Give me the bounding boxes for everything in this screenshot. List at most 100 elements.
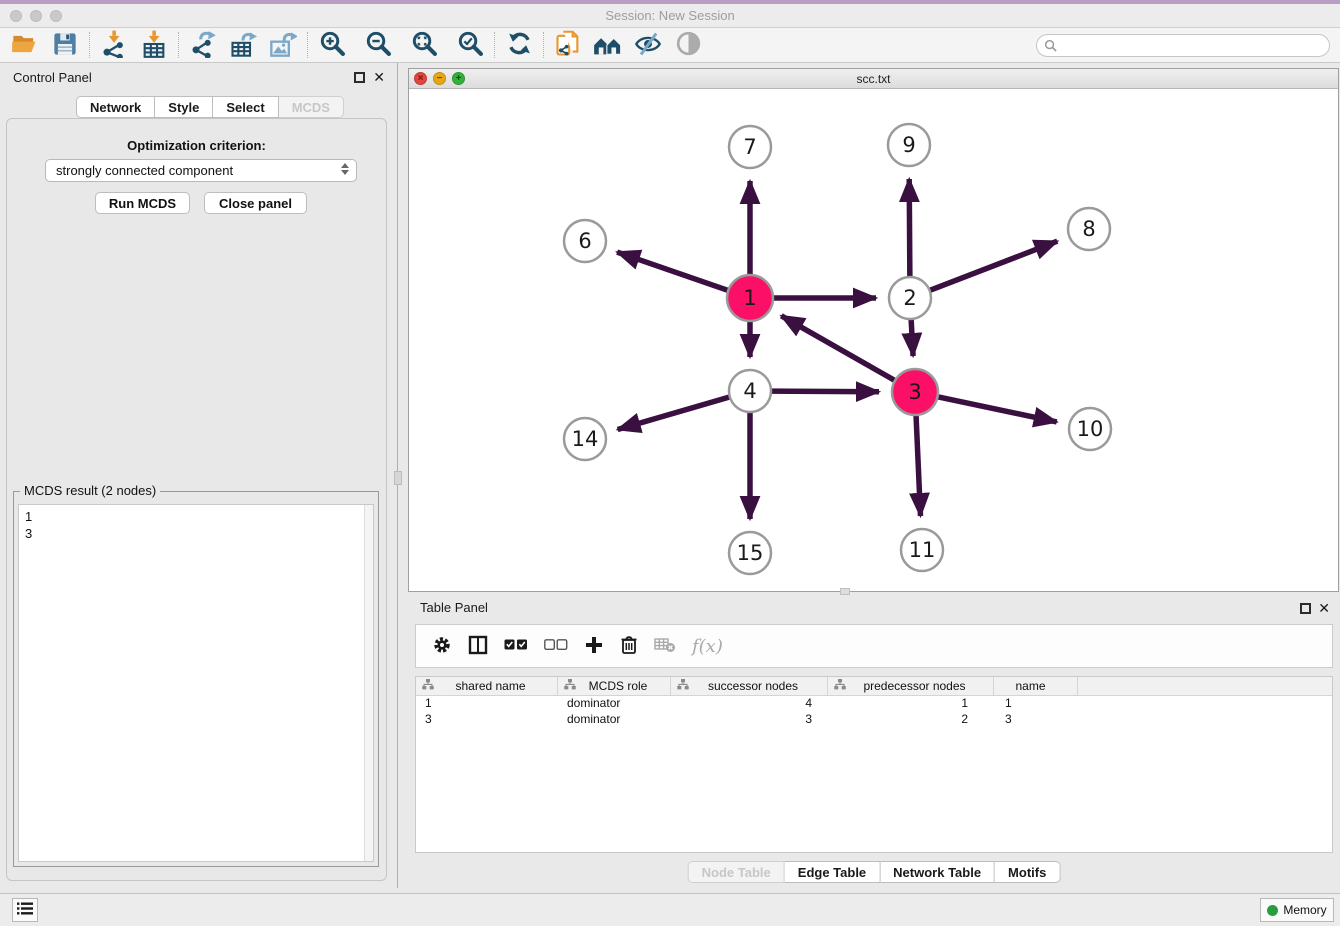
function-builder-button[interactable]: f(x) — [692, 631, 723, 661]
column-header-shared-name[interactable]: shared name — [416, 677, 558, 695]
tab-edge-table[interactable]: Edge Table — [785, 861, 880, 883]
graph-edge-3-1[interactable] — [781, 316, 896, 381]
cell-mcds-role[interactable]: dominator — [558, 696, 671, 712]
window-title: Session: New Session — [0, 8, 1340, 23]
mcds-result-text[interactable]: 1 3 — [18, 504, 374, 862]
graph-edge-4-14[interactable] — [618, 397, 731, 430]
delete-row-button[interactable] — [620, 631, 638, 661]
graph-edge-3-10[interactable] — [937, 397, 1057, 422]
close-panel-icon[interactable]: ✕ — [1318, 602, 1330, 614]
scrollbar[interactable] — [364, 505, 373, 861]
column-type-icon — [677, 679, 689, 693]
close-panel-button[interactable]: Close panel — [204, 192, 307, 214]
vertical-splitter[interactable] — [393, 63, 408, 888]
close-panel-icon[interactable]: ✕ — [373, 71, 385, 83]
network-graph-canvas[interactable]: 7968124314101511 — [409, 89, 1338, 591]
tab-network-table[interactable]: Network Table — [880, 861, 995, 883]
run-mcds-button[interactable]: Run MCDS — [95, 192, 190, 214]
cell-predecessor-nodes[interactable]: 2 — [828, 712, 994, 728]
graph-edge-4-3[interactable] — [770, 391, 879, 392]
show-all-button[interactable] — [671, 30, 705, 60]
control-panel-tabs: Network Style Select MCDS — [76, 96, 344, 118]
tab-mcds[interactable]: MCDS — [279, 96, 344, 118]
save-session-button[interactable] — [48, 30, 82, 60]
cell-predecessor-nodes[interactable]: 1 — [828, 696, 994, 712]
columns-icon — [468, 635, 488, 658]
cell-shared-name[interactable]: 1 — [416, 696, 558, 712]
cell-successor-nodes[interactable]: 3 — [671, 712, 828, 728]
tab-select[interactable]: Select — [213, 96, 278, 118]
splitter-grip[interactable] — [394, 471, 402, 485]
first-neighbors-button[interactable] — [591, 30, 625, 60]
select-all-button[interactable] — [504, 631, 528, 661]
zoom-in-button[interactable] — [315, 30, 349, 60]
tab-motifs[interactable]: Motifs — [995, 861, 1060, 883]
hide-selected-icon — [634, 31, 662, 60]
zoom-out-icon — [365, 30, 392, 60]
graph-edge-2-3[interactable] — [911, 318, 913, 356]
tab-node-table[interactable]: Node Table — [688, 861, 785, 883]
toolbar-separator — [307, 32, 308, 58]
column-header-mcds-role[interactable]: MCDS role — [558, 677, 671, 695]
optimization-criterion-select[interactable]: strongly connected component — [45, 159, 357, 182]
refresh-button[interactable] — [502, 30, 536, 60]
add-icon — [584, 635, 604, 658]
graph-edge-1-6[interactable] — [617, 252, 729, 291]
zoom-selected-button[interactable] — [453, 30, 487, 60]
deselect-all-icon — [544, 639, 568, 654]
zoom-fit-button[interactable] — [407, 30, 441, 60]
table-row[interactable]: 1 dominator 4 1 1 — [416, 696, 1332, 712]
hide-selected-button[interactable] — [631, 30, 665, 60]
cell-mcds-role[interactable]: dominator — [558, 712, 671, 728]
cell-name[interactable]: 1 — [994, 696, 1078, 712]
mcds-result-line: 3 — [25, 525, 367, 542]
add-row-button[interactable] — [584, 631, 604, 661]
deselect-all-button[interactable] — [544, 631, 568, 661]
tab-network[interactable]: Network — [76, 96, 155, 118]
import-table-button[interactable] — [137, 30, 171, 60]
float-panel-icon[interactable] — [354, 72, 365, 83]
horizontal-splitter-grip[interactable] — [840, 588, 850, 595]
columns-button[interactable] — [468, 631, 488, 661]
column-type-icon — [564, 679, 576, 693]
tab-style[interactable]: Style — [155, 96, 213, 118]
zoom-out-button[interactable] — [361, 30, 395, 60]
cell-name[interactable]: 3 — [994, 712, 1078, 728]
import-network-button[interactable] — [97, 30, 131, 60]
graph-node-label: 2 — [903, 286, 916, 310]
search-icon — [1044, 39, 1057, 57]
float-panel-icon[interactable] — [1300, 603, 1311, 614]
graph-node-label: 6 — [578, 229, 591, 253]
node-table[interactable]: shared name MCDS role successor nodes pr… — [415, 676, 1333, 853]
column-header-name[interactable]: name — [994, 677, 1078, 695]
task-history-button[interactable] — [12, 898, 38, 922]
table-panel-title: Table Panel — [420, 600, 488, 615]
table-row[interactable]: 3 dominator 3 2 3 — [416, 712, 1332, 728]
search-input[interactable] — [1036, 34, 1330, 57]
column-header-predecessor-nodes[interactable]: predecessor nodes — [828, 677, 994, 695]
export-image-icon — [269, 30, 297, 61]
memory-status-icon — [1267, 905, 1278, 916]
export-network-button[interactable] — [186, 30, 220, 60]
zoom-selected-icon — [457, 30, 484, 60]
gear-icon — [432, 635, 452, 658]
save-session-icon — [52, 31, 78, 60]
network-window-titlebar[interactable]: × − + scc.txt — [409, 69, 1338, 89]
cell-successor-nodes[interactable]: 4 — [671, 696, 828, 712]
open-file-button[interactable] — [8, 30, 42, 60]
column-header-successor-nodes[interactable]: successor nodes — [671, 677, 828, 695]
cell-shared-name[interactable]: 3 — [416, 712, 558, 728]
delete-table-button[interactable] — [654, 631, 676, 661]
optimization-criterion-label: Optimization criterion: — [7, 138, 386, 153]
show-all-icon — [675, 30, 702, 60]
memory-button[interactable]: Memory — [1260, 898, 1334, 922]
export-table-button[interactable] — [226, 30, 260, 60]
gear-button[interactable] — [432, 631, 452, 661]
column-type-icon — [422, 679, 434, 693]
graph-edge-2-8[interactable] — [929, 241, 1058, 291]
clone-network-button[interactable] — [551, 30, 585, 60]
export-image-button[interactable] — [266, 30, 300, 60]
graph-edge-2-9[interactable] — [909, 179, 910, 278]
graph-edge-3-11[interactable] — [916, 414, 921, 516]
toolbar-separator — [494, 32, 495, 58]
